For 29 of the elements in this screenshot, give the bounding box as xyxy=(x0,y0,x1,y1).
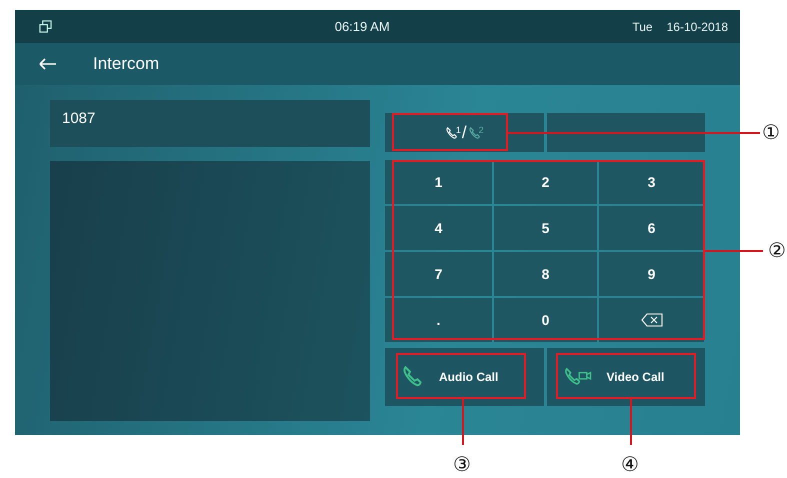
keypad-key[interactable]: 1 xyxy=(385,160,492,204)
keypad-key[interactable]: 7 xyxy=(385,252,492,296)
keypad-key[interactable]: 6 xyxy=(599,206,704,250)
callout-number: ④ xyxy=(621,452,639,476)
keypad-key[interactable]: 3 xyxy=(599,160,704,204)
video-call-button[interactable]: Video Call xyxy=(546,348,705,406)
windows-icon[interactable] xyxy=(39,20,52,33)
weekday: Tue xyxy=(632,20,653,34)
leader-line xyxy=(462,399,464,445)
keypad-key[interactable]: 4 xyxy=(385,206,492,250)
backspace-icon xyxy=(640,313,662,327)
number-field[interactable]: 1087 xyxy=(50,100,370,147)
keypad-key[interactable]: . xyxy=(385,298,492,342)
keypad-key[interactable]: 5 xyxy=(494,206,597,250)
keypad-key[interactable]: 8 xyxy=(494,252,597,296)
clock-time: 06:19 AM xyxy=(334,19,390,34)
keypad-key[interactable]: 0 xyxy=(494,298,597,342)
page-title: Intercom xyxy=(93,54,160,74)
leader-line xyxy=(630,399,632,445)
separator-slash: / xyxy=(462,122,467,142)
keypad-key[interactable]: 9 xyxy=(599,252,704,296)
date-text: 16-10-2018 xyxy=(666,20,728,34)
back-icon[interactable] xyxy=(39,58,57,70)
audio-call-button[interactable]: Audio Call xyxy=(385,348,544,406)
callout-number: ③ xyxy=(453,452,471,476)
leader-line xyxy=(705,250,763,252)
callout-number: ② xyxy=(768,238,786,262)
keypad-key[interactable]: 2 xyxy=(494,160,597,204)
callout-number: ① xyxy=(762,120,780,144)
